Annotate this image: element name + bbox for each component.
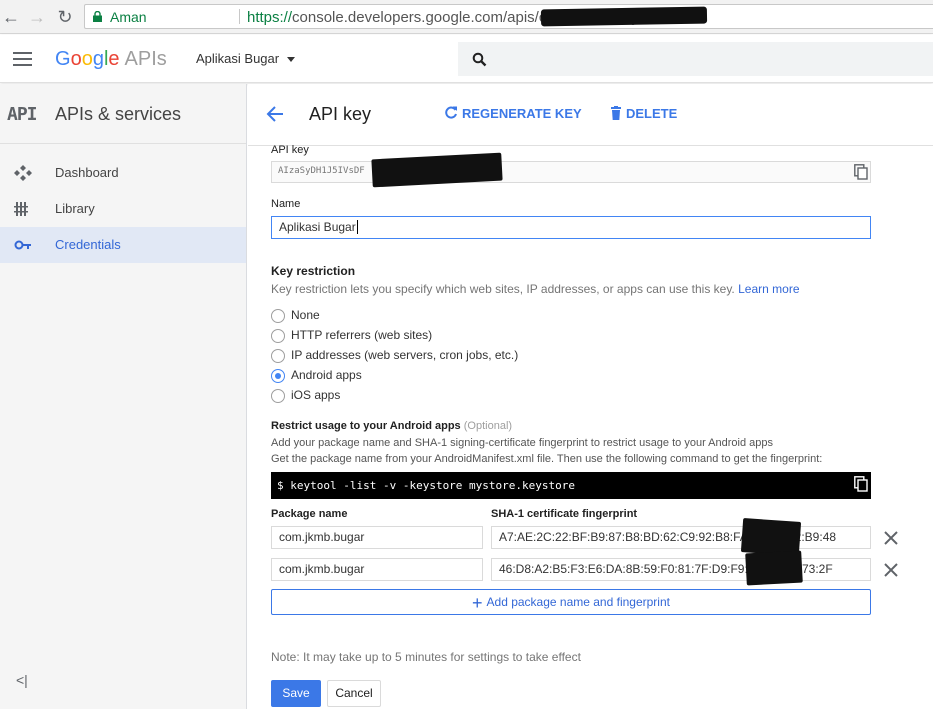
dashboard-icon [14,165,32,181]
key-icon [14,240,31,250]
key-restriction-help: Key restriction lets you specify which w… [271,282,800,296]
android-restriction-title: Restrict usage to your Android apps (Opt… [271,420,513,432]
save-button[interactable]: Save [271,680,321,707]
copy-command-icon[interactable] [854,476,868,492]
project-name: Aplikasi Bugar [196,51,280,66]
sidebar-item-label: Dashboard [55,165,119,180]
sidebar-header: API APIs & services [0,84,246,144]
forward-icon[interactable]: → [26,6,48,28]
back-icon[interactable]: ← [0,6,22,28]
name-label: Name [271,198,301,210]
radio-button-selected[interactable] [271,369,285,383]
name-value: Aplikasi Bugar [279,220,356,234]
delete-button[interactable]: DELETE [610,106,677,121]
fingerprint-header: SHA-1 certificate fingerprint [491,508,638,520]
console-header: Google APIs Aplikasi Bugar [0,35,933,83]
api-key-value: AIzaSyDH1J5IVsDF [278,166,365,176]
android-help-1: Add your package name and SHA-1 signing-… [271,437,773,449]
delete-label: DELETE [626,106,678,121]
copy-icon[interactable] [854,164,868,180]
plus-icon: + [472,592,483,613]
radio-label: Android apps [291,368,362,382]
api-icon: API [7,104,37,125]
radio-label: IP addresses (web servers, cron jobs, et… [291,348,519,362]
radio-label: iOS apps [291,388,341,402]
sidebar-item-library[interactable]: Library [0,191,246,227]
redaction-mark [745,550,803,586]
page-title: API key [309,104,372,124]
sidebar-item-label: Library [55,201,95,216]
lock-icon [93,11,102,22]
optional-label: (Optional) [463,420,513,432]
sidebar-item-label: Credentials [55,237,121,252]
radio-button[interactable] [271,349,285,363]
fingerprint-input[interactable]: A7:AE:2C:22:BF:B9:87:B8:BD:62:C9:92:B8:F… [491,526,871,549]
name-input[interactable]: Aplikasi Bugar [271,216,871,239]
text-cursor [356,220,358,234]
radio-label: HTTP referrers (web sites) [291,328,433,342]
api-key-field[interactable]: AIzaSyDH1J5IVsDF [271,161,871,183]
reload-icon[interactable]: ↻ [54,6,76,28]
cancel-button[interactable]: Cancel [327,680,381,707]
sidebar: API APIs & services Dashboard Library Cr… [0,84,247,709]
url-scheme: https:// [247,9,293,26]
package-name-header: Package name [271,508,348,520]
package-name-input[interactable]: com.jkmb.bugar [271,526,483,549]
add-package-button[interactable]: + Add package name and fingerprint [271,589,871,615]
api-key-label: API key [271,144,309,156]
refresh-icon [445,106,457,119]
search-icon [472,52,487,67]
project-selector[interactable]: Aplikasi Bugar [196,51,296,66]
google-apis-logo[interactable]: Google APIs [55,48,167,71]
regenerate-label: REGENERATE KEY [462,106,582,121]
redaction-mark [540,6,708,27]
omnibox-divider [239,9,240,24]
android-help-2: Get the package name from your AndroidMa… [271,453,823,465]
sidebar-title: APIs & services [55,104,182,124]
browser-toolbar: ← → ↻ Aman https://console.developers.go… [0,0,933,34]
learn-more-link[interactable]: Learn more [738,282,799,296]
close-icon[interactable] [884,563,898,577]
address-bar[interactable]: Aman https://console.developers.google.c… [84,4,933,29]
sidebar-item-credentials[interactable]: Credentials [0,227,246,263]
settings-note: Note: It may take up to 5 minutes for se… [271,650,581,664]
radio-button[interactable] [271,329,285,343]
key-restriction-title: Key restriction [271,264,356,278]
back-arrow-icon[interactable] [266,105,284,123]
keytool-command: $ keytool -list -v -keystore mystore.key… [271,472,871,499]
radio-button[interactable] [271,309,285,323]
fingerprint-input[interactable]: 46:D8:A2:B5:F3:E6:DA:8B:59:F0:81:7F:D9:F… [491,558,871,581]
menu-icon[interactable] [13,52,32,66]
library-icon [14,202,28,216]
package-name-input[interactable]: com.jkmb.bugar [271,558,483,581]
command-text: $ keytool -list -v -keystore mystore.key… [277,479,576,492]
search-bar[interactable] [458,42,933,76]
trash-icon [611,106,621,121]
radio-button[interactable] [271,389,285,403]
caret-down-icon [287,57,296,63]
fingerprint-tail: 73:2F [802,562,833,576]
page-header: API key REGENERATE KEY DELETE [248,84,933,146]
radio-label: None [291,308,320,322]
add-label: Add package name and fingerprint [486,595,670,609]
collapse-sidebar-icon[interactable]: <| [16,672,28,688]
sidebar-item-dashboard[interactable]: Dashboard [0,155,246,191]
secure-label: Aman [110,9,147,25]
regenerate-key-button[interactable]: REGENERATE KEY [444,106,582,121]
close-icon[interactable] [884,531,898,545]
